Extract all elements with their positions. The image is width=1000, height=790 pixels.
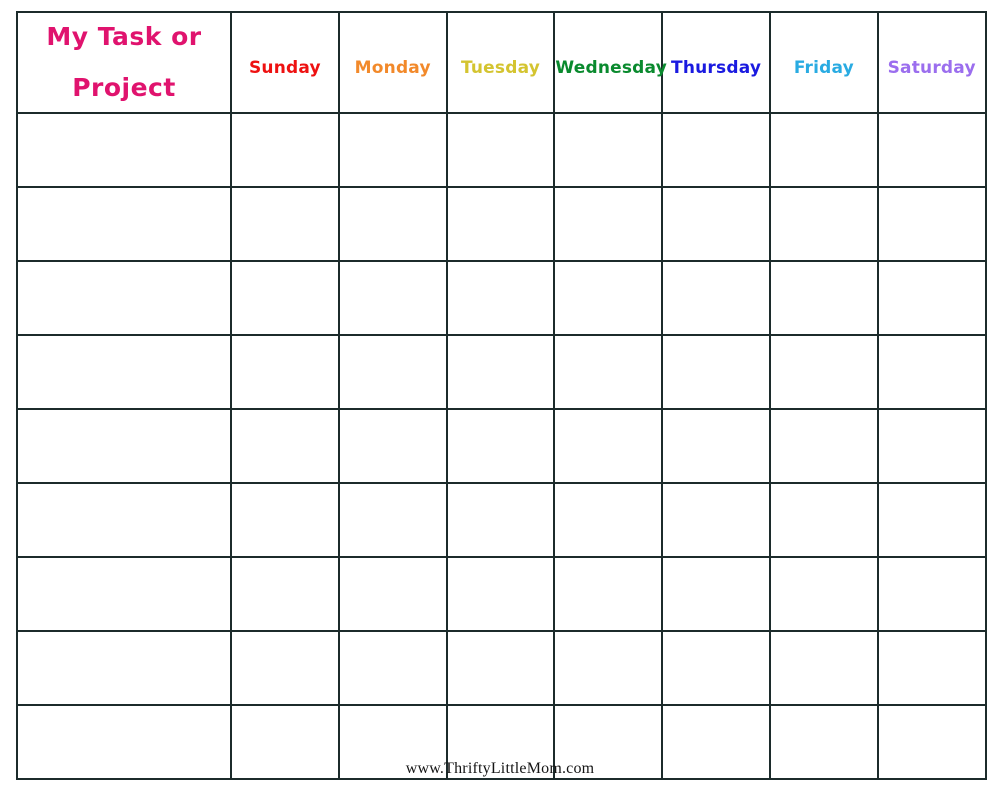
day-cell-wednesday[interactable] (553, 186, 664, 262)
day-cell-monday[interactable] (337, 112, 448, 188)
planner-row (16, 630, 987, 706)
day-cell-wednesday[interactable] (553, 112, 664, 188)
day-cell-friday[interactable] (768, 186, 879, 262)
planner-row (16, 334, 987, 410)
task-column-header: My Task or Project (16, 11, 232, 114)
task-cell[interactable] (16, 260, 232, 336)
day-cell-friday[interactable] (768, 482, 879, 558)
day-cell-sunday[interactable] (230, 630, 340, 706)
day-cell-tuesday[interactable] (445, 334, 556, 410)
day-cell-monday[interactable] (337, 408, 448, 484)
day-header-wednesday: Wednesday (553, 11, 667, 114)
day-cell-saturday[interactable] (876, 408, 987, 484)
day-cell-thursday[interactable] (661, 556, 771, 632)
day-cell-tuesday[interactable] (445, 408, 556, 484)
day-cell-monday[interactable] (337, 482, 448, 558)
day-cell-saturday[interactable] (876, 260, 987, 336)
day-header-label: Saturday (887, 57, 976, 78)
day-cell-sunday[interactable] (230, 408, 340, 484)
day-cell-sunday[interactable] (230, 112, 340, 188)
task-cell[interactable] (16, 482, 232, 558)
weekly-planner-table: My Task or Project Sunday Monday Tuesday We… (16, 11, 987, 780)
day-cell-friday[interactable] (768, 408, 879, 484)
task-cell[interactable] (16, 630, 232, 706)
day-cell-saturday[interactable] (876, 630, 987, 706)
day-cell-wednesday[interactable] (553, 556, 664, 632)
day-cell-tuesday[interactable] (445, 482, 556, 558)
task-cell[interactable] (16, 186, 232, 262)
day-cell-monday[interactable] (337, 630, 448, 706)
day-cell-tuesday[interactable] (445, 112, 556, 188)
day-cell-sunday[interactable] (230, 556, 340, 632)
day-cell-sunday[interactable] (230, 260, 340, 336)
day-cell-thursday[interactable] (661, 408, 771, 484)
day-cell-thursday[interactable] (661, 630, 771, 706)
planner-row (16, 408, 987, 484)
task-cell[interactable] (16, 408, 232, 484)
day-cell-monday[interactable] (337, 334, 448, 410)
day-cell-saturday[interactable] (876, 334, 987, 410)
task-column-header-text: My Task or Project (18, 19, 230, 106)
day-cell-saturday[interactable] (876, 112, 987, 188)
day-cell-sunday[interactable] (230, 334, 340, 410)
day-cell-wednesday[interactable] (553, 408, 664, 484)
task-header-line-2: Project (72, 72, 176, 102)
day-header-tuesday: Tuesday (445, 11, 556, 114)
day-header-label: Thursday (671, 57, 762, 78)
day-cell-monday[interactable] (337, 556, 448, 632)
day-cell-friday[interactable] (768, 630, 879, 706)
day-cell-thursday[interactable] (661, 260, 771, 336)
day-cell-friday[interactable] (768, 556, 879, 632)
day-cell-thursday[interactable] (661, 482, 771, 558)
day-cell-monday[interactable] (337, 186, 448, 262)
day-header-label: Sunday (248, 57, 321, 78)
day-cell-tuesday[interactable] (445, 630, 556, 706)
task-cell[interactable] (16, 334, 232, 410)
day-cell-sunday[interactable] (230, 186, 340, 262)
task-cell[interactable] (16, 556, 232, 632)
day-cell-friday[interactable] (768, 260, 879, 336)
day-cell-saturday[interactable] (876, 482, 987, 558)
day-cell-wednesday[interactable] (553, 334, 664, 410)
day-cell-friday[interactable] (768, 334, 879, 410)
day-header-saturday: Saturday (876, 11, 987, 114)
day-cell-wednesday[interactable] (553, 482, 664, 558)
task-header-line-1: My Task or (46, 22, 202, 52)
day-cell-tuesday[interactable] (445, 186, 556, 262)
day-cell-thursday[interactable] (661, 334, 771, 410)
day-header-thursday: Thursday (661, 11, 771, 114)
day-cell-friday[interactable] (768, 112, 879, 188)
day-cell-wednesday[interactable] (553, 260, 664, 336)
day-header-label: Friday (793, 57, 854, 78)
day-header-friday: Friday (768, 11, 879, 114)
planner-row (16, 186, 987, 262)
table-body: My Task or Project Sunday Monday Tuesday We… (16, 11, 987, 780)
day-cell-sunday[interactable] (230, 482, 340, 558)
table-header-row: My Task or Project Sunday Monday Tuesday We… (16, 11, 987, 114)
day-header-label: Wednesday (555, 57, 667, 78)
task-cell[interactable] (16, 112, 232, 188)
planner-sheet: My Task or Project Sunday Monday Tuesday We… (0, 0, 1000, 790)
day-header-label: Tuesday (460, 57, 541, 78)
planner-row (16, 112, 987, 188)
day-header-monday: Monday (337, 11, 448, 114)
day-cell-thursday[interactable] (661, 186, 771, 262)
day-header-sunday: Sunday (230, 11, 340, 114)
day-cell-saturday[interactable] (876, 186, 987, 262)
day-header-label: Monday (354, 57, 431, 78)
day-cell-tuesday[interactable] (445, 556, 556, 632)
planner-row (16, 556, 987, 632)
site-credit-footer: www.ThriftyLittleMom.com (405, 760, 595, 777)
day-cell-tuesday[interactable] (445, 260, 556, 336)
day-cell-saturday[interactable] (876, 556, 987, 632)
day-cell-thursday[interactable] (661, 112, 771, 188)
planner-row (16, 260, 987, 336)
day-cell-wednesday[interactable] (553, 630, 664, 706)
day-cell-monday[interactable] (337, 260, 448, 336)
planner-row (16, 482, 987, 558)
